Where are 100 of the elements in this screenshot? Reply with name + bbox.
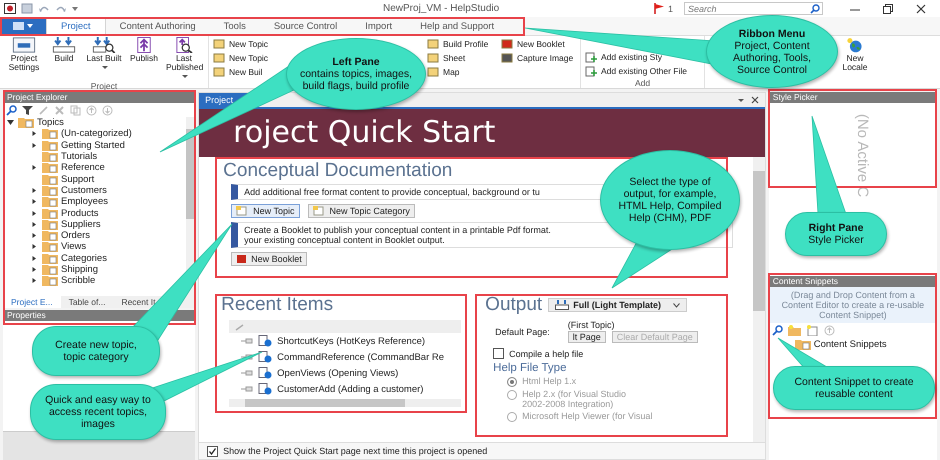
add-file-icon	[585, 52, 597, 62]
build-icon	[555, 300, 570, 310]
ribbon-tab[interactable]: Tools	[210, 17, 260, 35]
folder-icon	[42, 162, 58, 174]
panel-tab[interactable]: Project E...	[3, 296, 61, 308]
group-label: Project	[90, 81, 118, 91]
pin-icon[interactable]	[241, 386, 254, 392]
folder-icon	[42, 184, 58, 196]
action-button[interactable]: New Topic Category	[308, 204, 415, 218]
folder-icon	[42, 208, 58, 219]
tree-item[interactable]: Customers	[61, 184, 107, 196]
pin-icon[interactable]	[241, 338, 254, 344]
compile-checkbox[interactable]: Compile a help file	[493, 348, 732, 359]
search-field[interactable]: Search	[684, 2, 823, 15]
section-heading: Output	[485, 294, 542, 316]
ribbon-button[interactable]: Sheet	[427, 51, 497, 65]
tree-item[interactable]: (Un-categorized)	[61, 128, 132, 140]
panel-tab[interactable]: Table of...	[60, 296, 114, 308]
tree-item[interactable]: Support	[61, 174, 94, 185]
search-icon[interactable]	[810, 4, 820, 14]
radio-button[interactable]	[507, 377, 518, 387]
ribbon-button[interactable]: Publish	[124, 37, 164, 81]
folder-icon	[42, 264, 58, 275]
tree-item[interactable]: Content Snippets	[814, 339, 887, 350]
topic-icon	[258, 351, 272, 363]
ribbon-button[interactable]: New Buil	[213, 65, 275, 79]
close-icon[interactable]	[916, 4, 926, 14]
ribbon-button[interactable]: Capture Image	[501, 51, 576, 65]
recent-item[interactable]: CustomerAdd (Adding a customer)	[277, 384, 424, 394]
folder-icon	[42, 275, 58, 286]
scrollbar[interactable]	[752, 157, 765, 442]
tree-item[interactable]: Categories	[61, 252, 107, 264]
caret-icon	[102, 65, 108, 70]
panel-header: Content Snippets	[768, 276, 937, 287]
tree-item[interactable]: Employees	[61, 196, 108, 208]
search-icon[interactable]	[772, 324, 783, 336]
search-icon[interactable]	[6, 104, 17, 116]
tree-item[interactable]: Tutorials	[61, 151, 98, 162]
recent-item[interactable]: OpenViews (Opening Views)	[277, 368, 398, 378]
ribbon-tab[interactable]: Help and Support	[406, 17, 508, 35]
ribbon-button[interactable]: Map	[427, 65, 497, 79]
app-icon[interactable]	[4, 3, 16, 14]
ribbon-button[interactable]: Last Published	[164, 37, 204, 81]
ribbon-button[interactable]: Add existing Other File	[585, 64, 700, 78]
ribbon-button[interactable]: Project Settings	[4, 37, 44, 81]
dropdown-icon[interactable]	[736, 96, 745, 104]
radio-button[interactable]	[507, 390, 518, 400]
caret-icon[interactable]	[72, 6, 78, 12]
ribbon-button[interactable]: Last Built	[84, 37, 124, 81]
tree-item[interactable]: Getting Started	[61, 140, 125, 151]
ribbon-button[interactable]: New Booklet	[501, 37, 576, 51]
folder-icon	[42, 151, 58, 162]
ribbon-tab[interactable]: Source Control	[260, 17, 352, 35]
action-button[interactable]: New Booklet	[231, 252, 307, 266]
close-icon[interactable]	[750, 96, 759, 104]
restore-icon[interactable]	[883, 4, 893, 14]
callout: Quick and easy way to access recent topics, images	[30, 384, 166, 440]
scrollbar[interactable]	[229, 399, 462, 407]
caret-icon	[673, 302, 680, 308]
document-icon	[501, 53, 513, 63]
expander-icon[interactable]	[7, 119, 14, 126]
action-button[interactable]: New Topic	[231, 204, 300, 218]
save-icon[interactable]	[21, 3, 33, 14]
new-snippet-icon[interactable]	[806, 324, 819, 336]
ribbon-button[interactable]: New Topic	[213, 51, 275, 65]
template-dropdown[interactable]: Full (Light Template)	[548, 298, 688, 312]
document-icon	[501, 39, 513, 49]
tree-item[interactable]: Products	[61, 208, 98, 219]
tree-item[interactable]: Shipping	[61, 264, 98, 275]
ribbon-button[interactable]: New Topic	[213, 37, 275, 51]
tree-item[interactable]: Suppliers	[61, 218, 101, 230]
ribbon-tab[interactable]: Content Authoring	[106, 17, 210, 35]
document-icon	[236, 206, 250, 216]
tree-item[interactable]: Topics	[37, 117, 64, 128]
ribbon-button[interactable]: Build Profile	[427, 37, 497, 51]
flag-icon[interactable]	[652, 3, 665, 14]
ribbon-button[interactable]: Build	[44, 37, 84, 81]
folder-icon	[42, 140, 58, 151]
radio-label: Html Help 1.x	[522, 376, 576, 386]
expander-icon[interactable]	[31, 164, 38, 172]
tree-item[interactable]: Scribble	[61, 275, 96, 286]
radio-button[interactable]	[507, 412, 518, 422]
add-file-icon	[585, 66, 597, 76]
folder-icon	[42, 174, 58, 185]
section-heading: Recent Items	[221, 294, 334, 315]
ribbon-tab[interactable]: Import	[351, 17, 406, 35]
document-icon	[213, 39, 225, 49]
recent-item[interactable]: ShortcutKeys (HotKeys Reference)	[277, 336, 426, 346]
tree-item[interactable]: Views	[61, 241, 86, 252]
tree-item[interactable]: Reference	[61, 162, 105, 174]
pin-icon[interactable]	[241, 370, 254, 376]
menu-icon	[13, 22, 33, 30]
set-page-button[interactable]: lt Page	[568, 331, 606, 343]
topic-icon	[258, 335, 272, 347]
radio-label: Help 2.x (for Visual Studio 2002-2008 Integration)	[522, 389, 626, 409]
document-icon	[312, 206, 326, 216]
topic-icon	[258, 383, 272, 395]
recent-item[interactable]: CommandReference (CommandBar Re	[277, 352, 444, 362]
tree-item[interactable]: Orders	[61, 230, 90, 242]
panel-header: Style Picker	[768, 92, 937, 103]
